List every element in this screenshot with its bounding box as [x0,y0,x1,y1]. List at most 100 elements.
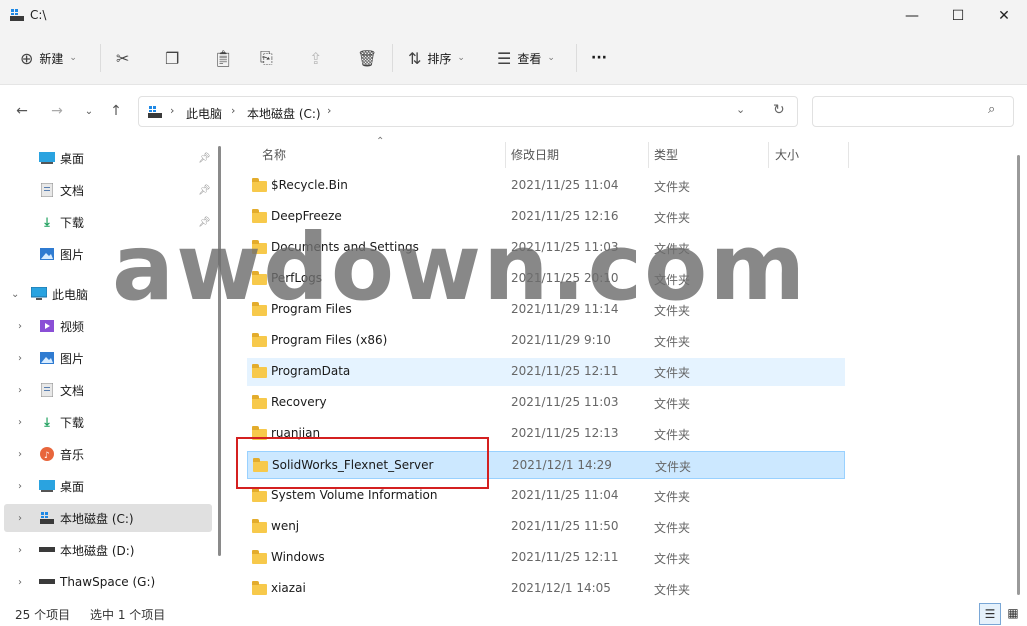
arrow-up-icon: ↑ [110,103,122,119]
file-type: 文件夹 [654,428,691,442]
paste-button[interactable]: 📋︎ [213,44,233,72]
chevron-down-icon[interactable]: ⌄ [736,103,745,116]
column-header-type[interactable]: 类型 [654,140,678,168]
file-row[interactable]: Program Files (x86) 2021/11/29 9:10 文件夹 [247,327,845,355]
file-date: 2021/11/29 9:10 [511,333,611,347]
folder-icon [252,395,267,409]
file-row[interactable]: xiazai 2021/12/1 14:05 文件夹 [247,575,845,603]
desktop-icon [39,151,55,165]
chevron-right-icon[interactable]: › [18,417,22,428]
nav-item-label: 音乐 [60,447,85,462]
nav-item-label: 下载 [60,415,85,430]
view-list-icon: ☰ [497,48,512,68]
chevron-right-icon[interactable]: › [18,481,22,492]
breadcrumb-drive-c[interactable]: 本地磁盘 (C:) [247,105,321,122]
divider [100,44,101,72]
nav-item-drive-c[interactable]: › 本地磁盘 (C:) [4,504,212,532]
nav-item-label: 文档 [60,183,85,198]
recent-button[interactable]: ⌄ [78,100,100,122]
nav-item-drive-d[interactable]: › 本地磁盘 (D:) [0,536,212,564]
rename-button[interactable]: ⎘ [260,44,273,72]
more-button[interactable]: ··· [591,44,607,72]
column-header-name[interactable]: 名称 [262,140,286,168]
minimize-button[interactable]: — [889,0,935,32]
details-view-icon: ☰ [984,607,996,621]
refresh-icon[interactable]: ↻ [773,102,785,118]
sort-button[interactable]: ⇅ 排序 ⌄ [408,44,465,72]
clipboard-icon: 📋︎ [213,48,234,68]
chevron-right-icon[interactable]: › [18,385,22,396]
file-row[interactable]: ProgramData 2021/11/25 12:11 文件夹 [247,358,845,386]
view-button[interactable]: ☰ 查看 ⌄ [497,44,555,72]
chevron-right-icon[interactable]: › [18,545,22,556]
share-button[interactable]: ⇪ [309,44,322,72]
sort-up-icon: ⌃ [376,136,385,147]
column-divider[interactable] [848,142,849,168]
arrow-right-icon: → [51,103,63,119]
search-input[interactable] [821,97,985,127]
divider [576,44,577,72]
nav-scrollbar[interactable] [218,146,221,556]
trash-icon: 🗑︎ [357,48,378,68]
copy-button[interactable]: ❐ [165,44,179,72]
chevron-right-icon[interactable]: › [18,449,22,460]
file-type: 文件夹 [654,366,691,380]
maximize-button[interactable]: ☐ [935,0,981,32]
address-bar[interactable]: › 此电脑 › 本地磁盘 (C:) › ⌄ ↻ [138,96,798,127]
file-name: Recovery [271,395,327,409]
large-icons-view-button[interactable]: ▦ [1003,603,1023,623]
delete-button[interactable]: 🗑︎ [357,44,377,72]
chevron-right-icon[interactable]: › [18,353,22,364]
cut-button[interactable]: ✂ [116,44,129,72]
file-name: $Recycle.Bin [271,178,348,192]
file-name: xiazai [271,581,306,595]
chevron-right-icon[interactable]: › [18,513,22,524]
column-divider[interactable] [505,142,506,168]
file-date: 2021/11/25 11:04 [511,488,619,502]
column-divider[interactable] [648,142,649,168]
new-button[interactable]: ⊕ 新建 ⌄ [20,44,77,72]
nav-item-label: 下载 [60,215,85,230]
chevron-right-icon[interactable]: › [18,577,22,588]
nav-item-documents[interactable]: › 文档 [0,376,212,404]
search-icon[interactable]: ⌕ [988,102,995,117]
nav-item-documents[interactable]: 文档 📌︎ [0,176,212,204]
column-header-date[interactable]: 修改日期 [511,140,559,168]
breadcrumb-this-pc[interactable]: 此电脑 [186,105,222,122]
folder-icon [252,364,267,378]
back-button[interactable]: ← [11,100,33,122]
nav-item-label: 桌面 [60,151,85,166]
close-button[interactable]: ✕ [981,0,1027,32]
nav-item-desktop[interactable]: 桌面 📌︎ [0,144,212,172]
column-divider[interactable] [768,142,769,168]
file-name: Program Files (x86) [271,333,388,347]
drive-icon [39,543,55,557]
chevron-right-icon[interactable]: › [18,321,22,332]
nav-item-drive-g[interactable]: › ThawSpace (G:) [0,568,212,596]
chevron-down-icon: ⌄ [547,53,555,63]
up-button[interactable]: ↑ [105,100,127,122]
drive-icon [10,8,24,22]
column-header-size[interactable]: 大小 [775,140,799,168]
chevron-down-icon[interactable]: ⌄ [11,289,19,300]
file-date: 2021/11/25 12:11 [511,364,619,378]
file-type: 文件夹 [654,521,691,535]
nav-item-desktop[interactable]: › 桌面 [0,472,212,500]
file-row[interactable]: wenj 2021/11/25 11:50 文件夹 [247,513,845,541]
details-view-button[interactable]: ☰ [979,603,1001,625]
videos-icon [39,319,55,333]
pin-icon[interactable]: 📌︎ [198,185,211,196]
arrow-left-icon: ← [16,103,28,119]
nav-item-music[interactable]: › ♪ 音乐 [0,440,212,468]
large-icons-view-icon: ▦ [1007,606,1019,620]
search-box[interactable]: ⌕ [812,96,1014,127]
nav-item-pictures[interactable]: › 图片 [0,344,212,372]
downloads-icon: ⤓ [44,214,50,229]
file-row[interactable]: Recovery 2021/11/25 11:03 文件夹 [247,389,845,417]
file-list-scrollbar[interactable] [1017,155,1020,595]
forward-button[interactable]: → [46,100,68,122]
file-row[interactable]: $Recycle.Bin 2021/11/25 11:04 文件夹 [247,172,845,200]
nav-item-downloads[interactable]: › ⤓ 下载 [0,408,212,436]
file-row[interactable]: Windows 2021/11/25 12:11 文件夹 [247,544,845,572]
pin-icon[interactable]: 📌︎ [198,153,211,164]
